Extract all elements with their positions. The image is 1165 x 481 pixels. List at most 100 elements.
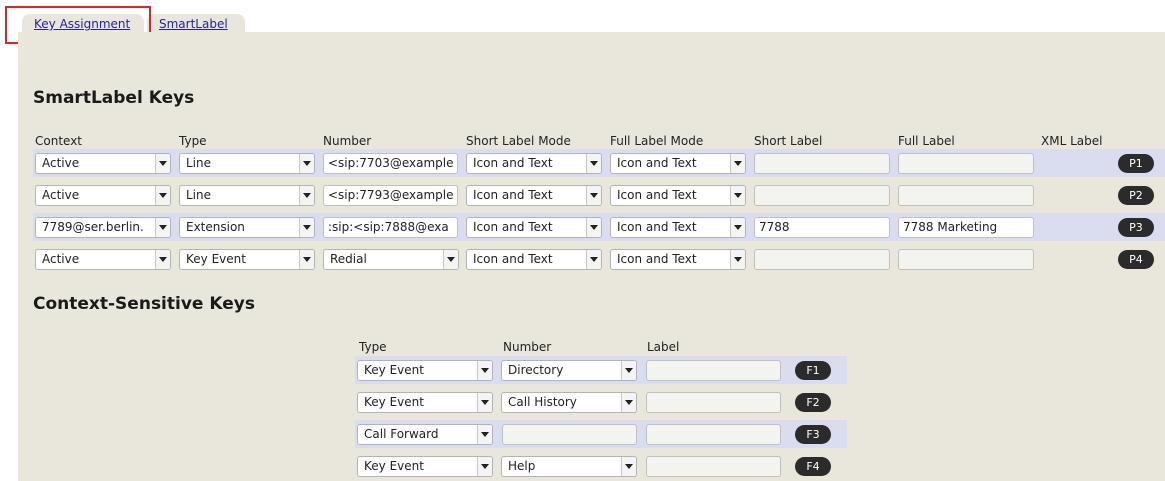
chevron-down-icon[interactable]: [730, 186, 745, 205]
type-value: Line: [186, 188, 212, 202]
short-label-field[interactable]: [754, 153, 890, 174]
chevron-down-icon[interactable]: [586, 186, 601, 205]
context-value: Active: [42, 156, 80, 170]
header-short-label: Short Label: [754, 134, 823, 148]
key-badge-p1[interactable]: P1: [1118, 154, 1154, 173]
chevron-down-icon[interactable]: [730, 250, 745, 269]
full-label-mode-select[interactable]: Icon and Text: [610, 249, 746, 270]
type-value: Line: [186, 156, 212, 170]
cs-type-value: Key Event: [364, 395, 424, 409]
key-badge-p2[interactable]: P2: [1118, 186, 1154, 205]
context-select[interactable]: Active: [35, 153, 171, 174]
chevron-down-icon[interactable]: [155, 154, 170, 173]
chevron-down-icon[interactable]: [586, 218, 601, 237]
short-label-mode-select[interactable]: Icon and Text: [466, 249, 602, 270]
smartlabel-keys-heading: SmartLabel Keys: [33, 88, 195, 108]
short-label-field[interactable]: [754, 249, 890, 270]
context-select[interactable]: 7789@ser.berlin.: [35, 217, 171, 238]
key-badge-p4[interactable]: P4: [1118, 250, 1154, 269]
full-label-field[interactable]: 7788 Marketing: [898, 217, 1034, 238]
chevron-down-icon[interactable]: [477, 457, 492, 476]
cs-number-field[interactable]: [502, 424, 637, 445]
full-label-mode-select[interactable]: Icon and Text: [610, 185, 746, 206]
cs-number-select[interactable]: Call History: [501, 392, 637, 413]
header-short-label-mode: Short Label Mode: [466, 134, 571, 148]
number-select[interactable]: Redial: [323, 249, 459, 270]
chevron-down-icon[interactable]: [299, 250, 314, 269]
cs-number-select[interactable]: Help: [501, 456, 637, 477]
short-label-mode-select[interactable]: Icon and Text: [466, 185, 602, 206]
cs-number-select[interactable]: Directory: [501, 360, 637, 381]
chevron-down-icon[interactable]: [477, 361, 492, 380]
short-label-mode-select[interactable]: Icon and Text: [466, 217, 602, 238]
chevron-down-icon[interactable]: [443, 250, 458, 269]
tab-key-assignment[interactable]: Key Assignment: [22, 14, 144, 34]
chevron-down-icon[interactable]: [621, 361, 636, 380]
short-mode-value: Icon and Text: [473, 156, 553, 170]
cs-type-select[interactable]: Key Event: [357, 456, 493, 477]
full-label-field[interactable]: [898, 185, 1034, 206]
chevron-down-icon[interactable]: [155, 186, 170, 205]
cs-type-select[interactable]: Key Event: [357, 392, 493, 413]
full-label-field[interactable]: [898, 249, 1034, 270]
cs-number-value: Call History: [508, 395, 577, 409]
chevron-down-icon[interactable]: [730, 154, 745, 173]
cs-label-field[interactable]: [646, 392, 781, 413]
type-select[interactable]: Key Event: [179, 249, 315, 270]
chevron-down-icon[interactable]: [586, 250, 601, 269]
content-panel: SmartLabel Keys Context Type Number Shor…: [18, 32, 1165, 481]
chevron-down-icon[interactable]: [477, 393, 492, 412]
header-cs-label: Label: [647, 340, 680, 354]
full-mode-value: Icon and Text: [617, 156, 697, 170]
header-number: Number: [323, 134, 372, 148]
type-select[interactable]: Extension: [179, 217, 315, 238]
full-mode-value: Icon and Text: [617, 252, 697, 266]
type-value: Key Event: [186, 252, 246, 266]
header-cs-type: Type: [359, 340, 387, 354]
header-full-label-mode: Full Label Mode: [610, 134, 704, 148]
number-field[interactable]: <sip:7793@example: [323, 185, 458, 206]
short-label-field[interactable]: [754, 185, 890, 206]
full-label-mode-select[interactable]: Icon and Text: [610, 217, 746, 238]
tab-smartlabel[interactable]: SmartLabel: [147, 14, 245, 34]
key-badge-f2[interactable]: F2: [795, 393, 831, 412]
chevron-down-icon[interactable]: [586, 154, 601, 173]
cs-type-select[interactable]: Call Forward: [357, 424, 493, 445]
tab-key-assignment-link[interactable]: Key Assignment: [34, 17, 130, 31]
short-mode-value: Icon and Text: [473, 252, 553, 266]
cs-label-field[interactable]: [646, 360, 781, 381]
chevron-down-icon[interactable]: [155, 218, 170, 237]
tab-smartlabel-link[interactable]: SmartLabel: [159, 17, 228, 31]
header-cs-number: Number: [503, 340, 552, 354]
full-label-field[interactable]: [898, 153, 1034, 174]
key-badge-p3[interactable]: P3: [1118, 218, 1154, 237]
chevron-down-icon[interactable]: [299, 186, 314, 205]
key-badge-f1[interactable]: F1: [795, 361, 831, 380]
context-sensitive-keys-heading: Context-Sensitive Keys: [33, 294, 255, 314]
full-mode-value: Icon and Text: [617, 188, 697, 202]
full-label-mode-select[interactable]: Icon and Text: [610, 153, 746, 174]
key-badge-f4[interactable]: F4: [795, 457, 831, 476]
type-select[interactable]: Line: [179, 185, 315, 206]
type-select[interactable]: Line: [179, 153, 315, 174]
cs-type-value: Key Event: [364, 363, 424, 377]
short-label-mode-select[interactable]: Icon and Text: [466, 153, 602, 174]
short-label-field[interactable]: 7788: [754, 217, 890, 238]
chevron-down-icon[interactable]: [155, 250, 170, 269]
cs-type-select[interactable]: Key Event: [357, 360, 493, 381]
chevron-down-icon[interactable]: [621, 457, 636, 476]
context-select[interactable]: Active: [35, 185, 171, 206]
number-field[interactable]: :sip:<sip:7888@exa: [323, 217, 458, 238]
key-badge-f3[interactable]: F3: [795, 425, 831, 444]
header-type: Type: [179, 134, 207, 148]
chevron-down-icon[interactable]: [621, 393, 636, 412]
chevron-down-icon[interactable]: [730, 218, 745, 237]
cs-label-field[interactable]: [646, 456, 781, 477]
chevron-down-icon[interactable]: [299, 154, 314, 173]
context-select[interactable]: Active: [35, 249, 171, 270]
chevron-down-icon[interactable]: [477, 425, 492, 444]
cs-label-field[interactable]: [646, 424, 781, 445]
number-field[interactable]: <sip:7703@example: [323, 153, 458, 174]
cs-number-value: Directory: [508, 363, 564, 377]
chevron-down-icon[interactable]: [299, 218, 314, 237]
